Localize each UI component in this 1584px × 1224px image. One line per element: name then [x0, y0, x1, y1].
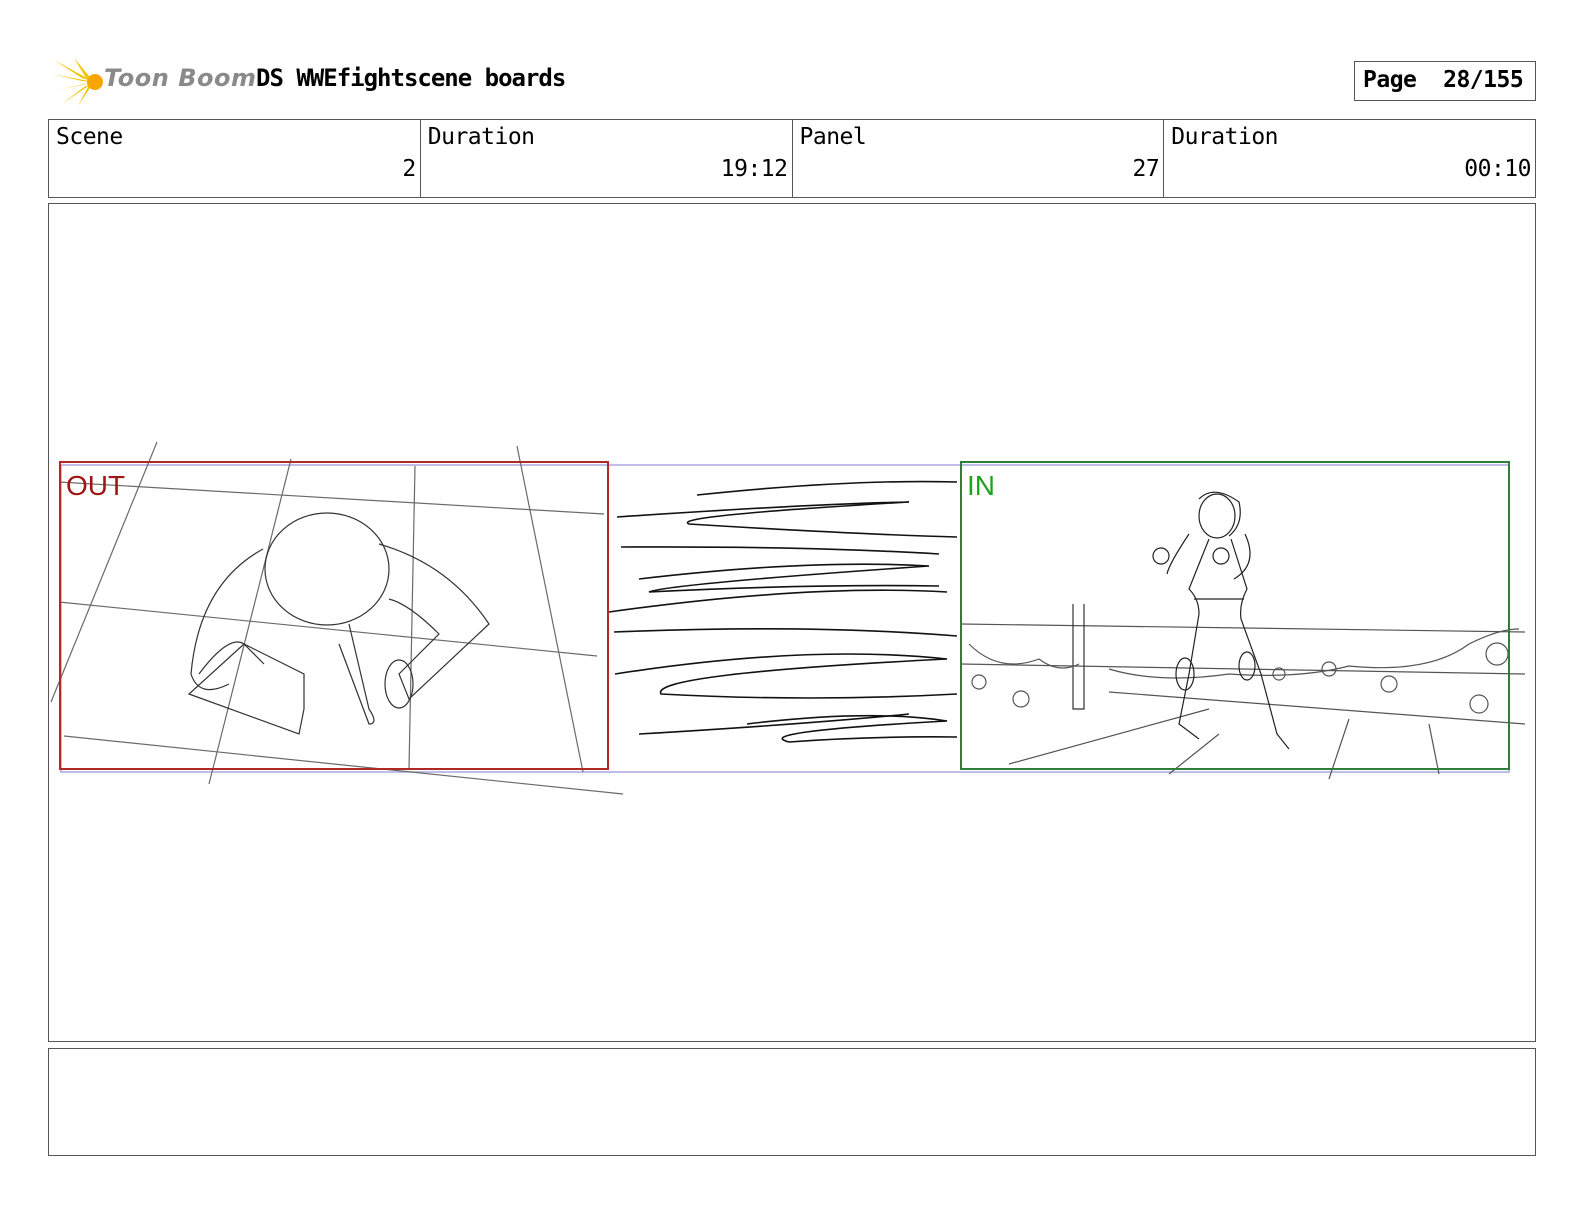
panel-label: Panel [799, 124, 867, 150]
caption-box [48, 1048, 1536, 1156]
scene-info-table: Scene 2 Duration 19:12 Panel 27 Duration… [48, 119, 1536, 198]
out-frame [59, 461, 609, 770]
panel-value: 27 [1132, 156, 1160, 182]
motion-blur-scribble [608, 480, 958, 743]
out-sketch [50, 441, 624, 795]
scene-cell: Scene 2 [49, 120, 421, 197]
out-label: OUT [66, 470, 126, 501]
panel-duration-label: Duration [1171, 124, 1279, 150]
in-sketch [960, 491, 1526, 780]
page-value: 28/155 [1443, 67, 1524, 93]
panel-duration-value: 00:10 [1464, 156, 1531, 182]
logo-text: Toon Boom [104, 64, 257, 92]
in-label: IN [967, 470, 995, 501]
scene-label: Scene [56, 124, 123, 150]
storyboard-frame: OUT IN [48, 203, 1536, 1042]
document-title: DS WWEfightscene boards [256, 64, 566, 92]
scene-duration-value: 19:12 [720, 156, 788, 182]
scene-value: 2 [402, 156, 416, 182]
scene-duration-cell: Duration 19:12 [421, 120, 793, 197]
panel-duration-cell: Duration 00:10 [1164, 120, 1535, 197]
scene-duration-label: Duration [427, 124, 535, 150]
panel-cell: Panel 27 [793, 120, 1165, 197]
page-indicator: Page 28/155 [1354, 61, 1536, 101]
in-frame [960, 461, 1510, 770]
page-label: Page [1363, 67, 1417, 93]
panel-sketch [50, 441, 1526, 795]
